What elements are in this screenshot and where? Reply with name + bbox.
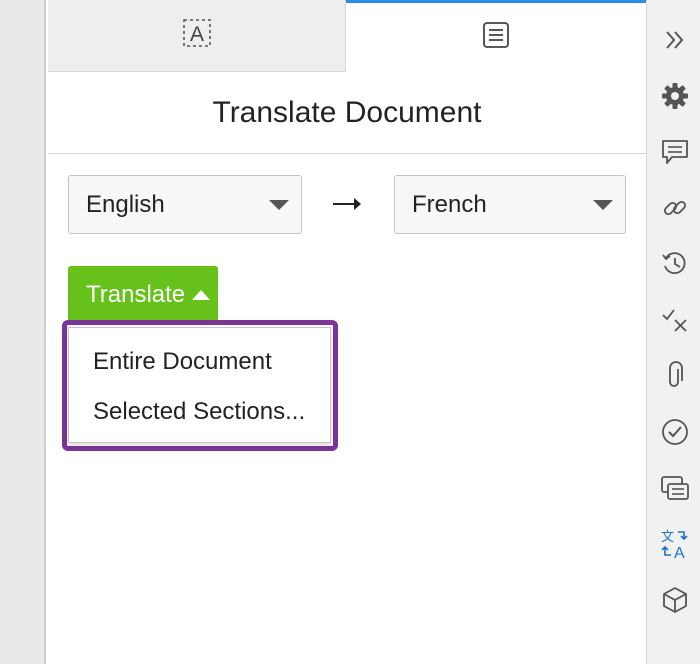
cube-icon[interactable] (660, 585, 690, 615)
source-language-value: English (86, 190, 165, 218)
history-icon[interactable] (660, 249, 690, 279)
link-icon[interactable] (660, 193, 690, 223)
svg-text:文: 文 (661, 530, 674, 545)
check-x-icon[interactable] (660, 305, 690, 335)
chevron-down-icon (593, 200, 613, 210)
svg-text:A: A (674, 545, 685, 560)
translate-panel: A Translate Document English French Tran… (48, 0, 646, 664)
svg-text:A: A (189, 23, 203, 46)
comment-icon[interactable] (660, 137, 690, 167)
source-language-select[interactable]: English (68, 175, 302, 234)
check-circle-icon[interactable] (660, 417, 690, 447)
panel-title: Translate Document (48, 72, 646, 154)
translate-dropdown-menu: Entire Document Selected Sections... (68, 327, 331, 443)
gear-icon[interactable] (660, 81, 690, 111)
menu-item-entire-document[interactable]: Entire Document (93, 348, 272, 376)
translate-icon[interactable]: 文 A (660, 529, 690, 560)
translate-button[interactable]: Translate (68, 266, 218, 324)
paperclip-icon[interactable] (660, 361, 690, 391)
compare-list-icon[interactable] (660, 473, 690, 503)
text-select-icon: A (182, 18, 212, 53)
panel-tabs: A (48, 0, 646, 72)
menu-item-selected-sections[interactable]: Selected Sections... (93, 398, 305, 426)
target-language-select[interactable]: French (394, 175, 626, 234)
chevron-down-icon (269, 200, 289, 210)
translate-button-label: Translate (86, 281, 186, 308)
arrow-right-icon (332, 194, 362, 214)
left-gutter (0, 0, 46, 664)
tab-select-text[interactable]: A (48, 0, 346, 72)
document-icon (482, 21, 510, 54)
tab-document[interactable] (346, 0, 646, 72)
right-rail: 文 A (646, 0, 700, 664)
caret-up-icon (192, 290, 211, 300)
target-language-value: French (412, 190, 487, 218)
double-chevron-right-icon[interactable] (660, 25, 690, 55)
